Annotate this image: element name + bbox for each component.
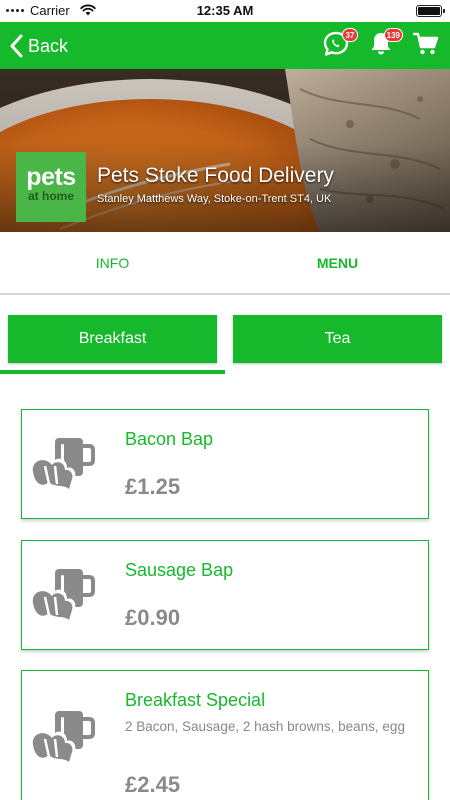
logo-subtext: at home [27, 189, 74, 203]
store-logo: pets at home [16, 152, 86, 222]
breakfast-icon [30, 711, 95, 765]
status-bar: Carrier 12:35 AM [0, 0, 450, 22]
app-header: Back 37 139 [0, 22, 450, 69]
store-name: Pets Stoke Food Delivery [97, 164, 334, 187]
item-price: £0.90 [125, 605, 181, 630]
store-hero: pets at home Pets Stoke Food Delivery St… [0, 69, 450, 232]
breakfast-icon [30, 569, 95, 623]
item-price: £1.25 [125, 474, 181, 499]
tab-menu[interactable]: MENU [225, 232, 450, 293]
main-tabs: INFO MENU [0, 232, 450, 295]
back-button[interactable]: Back [10, 32, 68, 60]
tab-info[interactable]: INFO [0, 232, 225, 293]
item-name: Bacon Bap [125, 429, 214, 449]
battery-icon [416, 5, 445, 17]
notification-badge: 139 [383, 28, 403, 42]
chat-button[interactable]: 37 [322, 28, 358, 60]
breakfast-icon [30, 438, 95, 492]
cart-icon [412, 32, 439, 55]
active-category-indicator [0, 370, 225, 374]
item-name: Sausage Bap [125, 560, 234, 580]
logo-text: pets [26, 163, 76, 191]
menu-item-breakfast-special[interactable]: Breakfast Special 2 Bacon, Sausage, 2 ha… [21, 670, 429, 800]
menu-item-bacon-bap[interactable]: Bacon Bap £1.25 [21, 409, 429, 519]
menu-item-sausage-bap[interactable]: Sausage Bap £0.90 [21, 540, 429, 650]
chat-badge: 37 [342, 28, 358, 42]
notifications-button[interactable]: 139 [367, 28, 403, 60]
back-label: Back [28, 35, 69, 56]
cart-button[interactable] [412, 30, 442, 60]
item-description: 2 Bacon, Sausage, 2 hash browns, beans, … [125, 719, 405, 734]
status-time: 12:35 AM [196, 3, 254, 18]
item-name: Breakfast Special [125, 690, 266, 710]
item-price: £2.45 [125, 772, 181, 797]
chevron-left-icon [10, 34, 23, 58]
store-address: Stanley Matthews Way, Stoke-on-Trent ST4… [97, 193, 332, 205]
category-tab-tea[interactable]: Tea [233, 315, 442, 363]
category-tab-breakfast[interactable]: Breakfast [8, 315, 217, 363]
